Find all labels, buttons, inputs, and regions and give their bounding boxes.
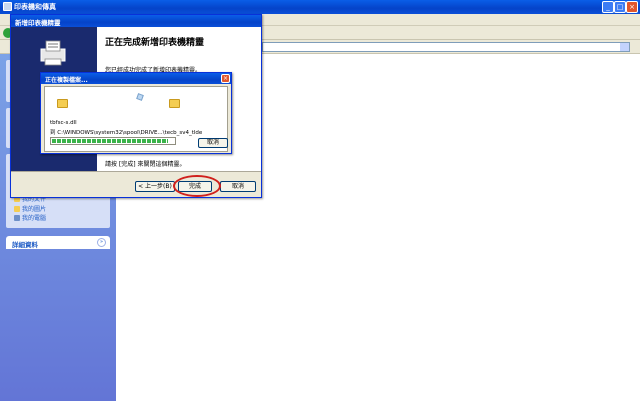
wizard-titlebar: 新增印表機精靈 — [11, 15, 261, 27]
flying-document-icon — [136, 93, 144, 101]
copy-cancel-button[interactable]: 取消 — [198, 138, 228, 148]
address-input[interactable] — [262, 42, 630, 52]
wizard-separator — [11, 171, 261, 172]
printer-icon — [40, 40, 66, 66]
highlight-ring — [173, 175, 221, 197]
wizard-heading: 正在完成新增印表機精靈 — [105, 38, 205, 48]
copy-file-name: tbfsc-s.dll — [50, 120, 77, 126]
wizard-title: 新增印表機精靈 — [15, 19, 61, 27]
task-item-my-pictures[interactable]: 我的圖片 — [14, 204, 46, 213]
chevron-down-icon[interactable]: » — [97, 238, 106, 247]
copying-files-dialog: 正在複製檔案... × tbfsc-s.dll 到 C:\WINDOWS\sys… — [40, 72, 232, 154]
copy-dialog-body: tbfsc-s.dll 到 C:\WINDOWS\system32\spool\… — [44, 86, 228, 152]
chevron-down-icon[interactable] — [620, 43, 629, 51]
wizard-finish-note: 請按 [完成] 來關閉這個精靈。 — [105, 161, 186, 168]
maximize-icon[interactable]: □ — [614, 1, 626, 13]
copy-destination-path: 到 C:\WINDOWS\system32\spool\DRIVE...\tec… — [50, 130, 203, 136]
copy-titlebar: 正在複製檔案... × — [41, 73, 231, 84]
copy-progress-fill — [52, 139, 168, 143]
window-title: 印表機和傳真 — [14, 3, 56, 11]
details-label: 詳細資料 — [12, 241, 38, 249]
cancel-button[interactable]: 取消 — [220, 181, 256, 192]
copy-progress-bar — [50, 137, 176, 145]
copy-dialog-title: 正在複製檔案... — [45, 77, 88, 84]
pictures-icon — [14, 206, 20, 212]
close-icon[interactable]: × — [626, 1, 638, 13]
task-item-my-computer[interactable]: 我的電腦 — [14, 213, 46, 222]
printer-app-icon — [3, 2, 12, 11]
source-folder-icon — [57, 99, 68, 108]
back-button[interactable]: < 上一步(B) — [135, 181, 175, 192]
destination-folder-icon — [169, 99, 180, 108]
close-icon[interactable]: × — [221, 74, 230, 83]
minimize-icon[interactable]: _ — [602, 1, 614, 13]
details-panel-header[interactable]: 詳細資料 » — [6, 236, 110, 249]
main-titlebar: 印表機和傳真 _ □ × — [0, 0, 640, 14]
computer-icon — [14, 215, 20, 221]
